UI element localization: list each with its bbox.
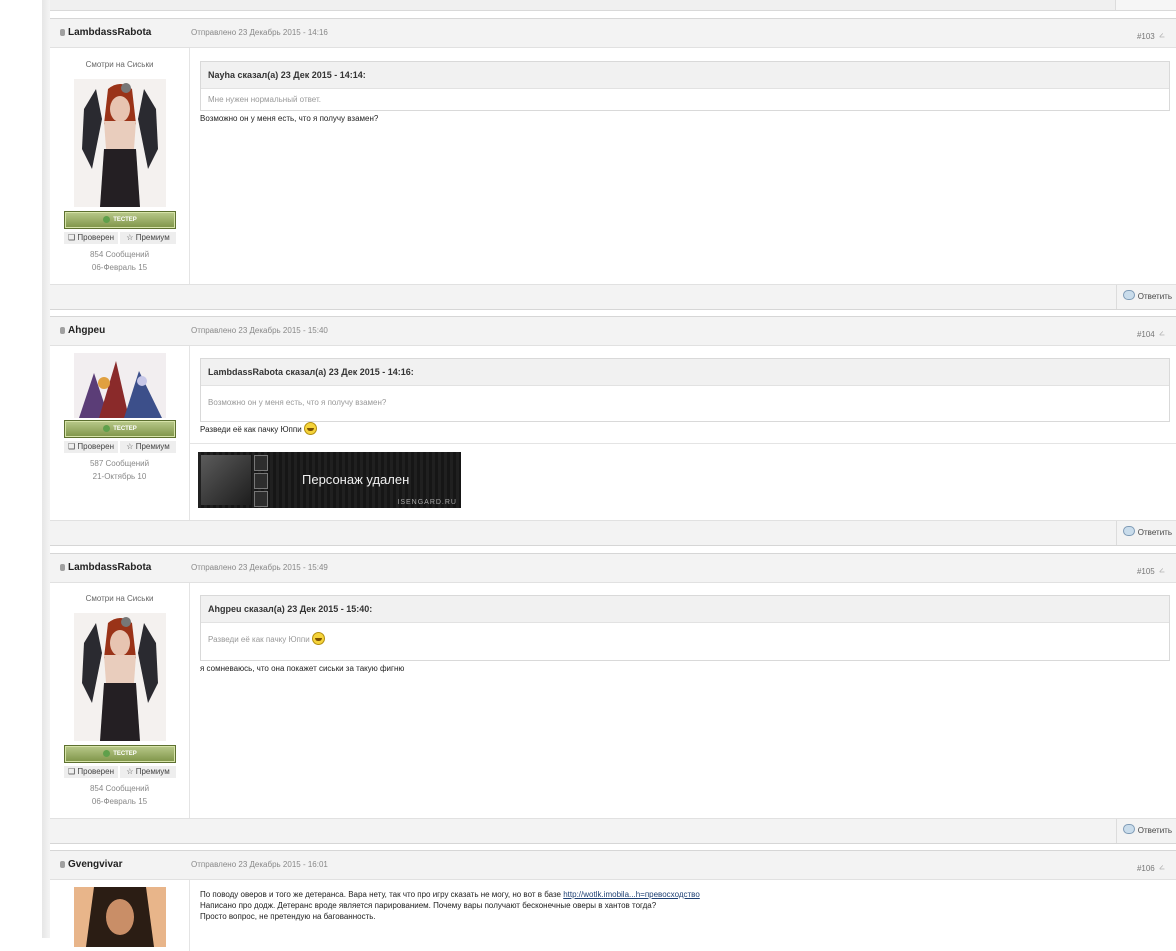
post-number[interactable]: #106 < bbox=[1137, 862, 1166, 873]
author-name[interactable]: LambdassRabota bbox=[60, 27, 151, 38]
quote-header: Nayha сказал(а) 23 Дек 2015 - 14:14: bbox=[201, 62, 1169, 89]
author-info: Смотри на Сиськи ТЕСТЕР ❑ Проверен ☆ Пре… bbox=[50, 583, 190, 818]
offline-status-icon bbox=[60, 29, 65, 36]
share-icon[interactable]: < bbox=[1157, 565, 1166, 576]
reply-icon bbox=[1122, 526, 1135, 536]
gem-icon bbox=[103, 215, 111, 223]
post-header: LambdassRabota Отправлено 23 Декабрь 201… bbox=[50, 554, 1176, 583]
reply-button[interactable]: Ответить bbox=[1116, 819, 1176, 843]
reply-icon bbox=[1122, 290, 1135, 300]
share-icon[interactable]: < bbox=[1157, 30, 1166, 41]
reply-button[interactable]: Ответить bbox=[1116, 521, 1176, 545]
avatar[interactable] bbox=[74, 613, 166, 741]
post-footer: Ответить bbox=[50, 818, 1176, 843]
post-number[interactable]: #103 < bbox=[1137, 30, 1166, 41]
post-105: LambdassRabota Отправлено 23 Декабрь 201… bbox=[50, 553, 1176, 844]
quote-header: Ahgpeu сказал(а) 23 Дек 2015 - 15:40: bbox=[201, 596, 1169, 623]
author-name[interactable]: LambdassRabota bbox=[60, 562, 151, 573]
laugh-smiley-icon bbox=[311, 632, 325, 645]
badges: ❑ Проверен ☆ Премиум bbox=[64, 232, 176, 244]
join-date: 06-Февраль 15 bbox=[91, 263, 148, 272]
page-left-strip bbox=[42, 0, 50, 938]
premium-badge: ☆ Премиум bbox=[120, 441, 176, 453]
post-text: По поводу оверов и того же детеранса. Ва… bbox=[200, 890, 700, 921]
author-info: ТЕСТЕР ❑ Проверен ☆ Премиум 587 Сообщени… bbox=[50, 346, 190, 520]
offline-status-icon bbox=[60, 861, 65, 868]
gem-icon bbox=[103, 749, 111, 757]
verified-badge: ❑ Проверен bbox=[64, 766, 118, 778]
group-badge: ТЕСТЕР bbox=[64, 211, 176, 229]
offline-status-icon bbox=[60, 564, 65, 571]
premium-badge: ☆ Премиум bbox=[120, 766, 176, 778]
quote-header: LambdassRabota сказал(а) 23 Дек 2015 - 1… bbox=[201, 359, 1169, 386]
posted-date: Отправлено 23 Декабрь 2015 - 15:49 bbox=[191, 563, 328, 572]
reply-icon bbox=[1122, 824, 1135, 834]
reply-button[interactable]: Ответить bbox=[1116, 285, 1176, 309]
user-title: Смотри на Сиськи bbox=[85, 594, 154, 603]
post-header: Gvengvivar Отправлено 23 Декабрь 2015 - … bbox=[50, 851, 1176, 880]
quote-text: Мне нужен нормальный ответ. bbox=[208, 95, 321, 104]
post-content: Nayha сказал(а) 23 Дек 2015 - 14:14: Мне… bbox=[190, 48, 1176, 284]
share-icon[interactable]: < bbox=[1157, 862, 1166, 873]
offline-status-icon bbox=[60, 327, 65, 334]
avatar[interactable] bbox=[74, 887, 166, 947]
post-footer: Ответить bbox=[50, 284, 1176, 309]
post-content: По поводу оверов и того же детеранса. Ва… bbox=[190, 880, 1176, 951]
post-content: Ahgpeu сказал(а) 23 Дек 2015 - 15:40: Ра… bbox=[190, 583, 1176, 818]
post-count: 854 Сообщений bbox=[89, 784, 150, 793]
verified-badge: ❑ Проверен bbox=[64, 441, 118, 453]
post-count: 587 Сообщений bbox=[89, 459, 150, 468]
post-header: Ahgpeu Отправлено 23 Декабрь 2015 - 15:4… bbox=[50, 317, 1176, 346]
author-info bbox=[50, 880, 190, 951]
join-date: 06-Февраль 15 bbox=[91, 797, 148, 806]
quote-text: Разведи её как пачку Юппи bbox=[201, 623, 1169, 657]
signature-slots bbox=[254, 455, 268, 507]
reply-button-previous[interactable] bbox=[1115, 0, 1176, 10]
author-name[interactable]: Ahgpeu bbox=[60, 325, 105, 336]
user-title: Смотри на Сиськи bbox=[85, 60, 154, 69]
quote-block: LambdassRabota сказал(а) 23 Дек 2015 - 1… bbox=[200, 358, 1170, 422]
signature-banner[interactable]: Персонаж удален ISENGARD.RU bbox=[198, 452, 461, 508]
post-103: LambdassRabota Отправлено 23 Декабрь 201… bbox=[50, 18, 1176, 310]
avatar[interactable] bbox=[74, 353, 166, 418]
badges: ❑ Проверен ☆ Премиум bbox=[64, 441, 176, 453]
laugh-smiley-icon bbox=[303, 422, 317, 435]
author-name[interactable]: Gvengvivar bbox=[60, 859, 122, 870]
post-footer: Ответить bbox=[50, 520, 1176, 545]
posted-date: Отправлено 23 Декабрь 2015 - 15:40 bbox=[191, 326, 328, 335]
previous-post-footer bbox=[50, 0, 1176, 11]
signature-text: Персонаж удален bbox=[302, 472, 410, 487]
premium-badge: ☆ Премиум bbox=[120, 232, 176, 244]
post-number[interactable]: #105 < bbox=[1137, 565, 1166, 576]
post-content: LambdassRabota сказал(а) 23 Дек 2015 - 1… bbox=[190, 346, 1176, 520]
badges: ❑ Проверен ☆ Премиум bbox=[64, 766, 176, 778]
post-text: Возможно он у меня есть, что я получу вз… bbox=[200, 114, 379, 123]
post-104: Ahgpeu Отправлено 23 Декабрь 2015 - 15:4… bbox=[50, 316, 1176, 546]
avatar[interactable] bbox=[74, 79, 166, 207]
signature-portrait bbox=[201, 455, 251, 505]
join-date: 21-Октябрь 10 bbox=[92, 472, 147, 481]
post-link[interactable]: http://wotlk.imobila...h=превосходство bbox=[563, 890, 700, 899]
group-badge: ТЕСТЕР bbox=[64, 420, 176, 438]
signature-separator bbox=[190, 443, 1176, 444]
gem-icon bbox=[103, 424, 111, 432]
quote-block: Nayha сказал(а) 23 Дек 2015 - 14:14: Мне… bbox=[200, 61, 1170, 111]
share-icon[interactable]: < bbox=[1157, 328, 1166, 339]
post-header: LambdassRabota Отправлено 23 Декабрь 201… bbox=[50, 19, 1176, 48]
quote-block: Ahgpeu сказал(а) 23 Дек 2015 - 15:40: Ра… bbox=[200, 595, 1170, 661]
quote-text: Возможно он у меня есть, что я получу вз… bbox=[208, 398, 387, 407]
author-info: Смотри на Сиськи ТЕСТЕР ❑ Проверен ☆ Пре… bbox=[50, 48, 190, 284]
post-count: 854 Сообщений bbox=[89, 250, 150, 259]
group-badge: ТЕСТЕР bbox=[64, 745, 176, 763]
post-text: я сомневаюсь, что она покажет сиськи за … bbox=[200, 664, 405, 673]
post-106: Gvengvivar Отправлено 23 Декабрь 2015 - … bbox=[50, 850, 1176, 951]
post-text: Разведи её как пачку Юппи bbox=[200, 422, 317, 435]
verified-badge: ❑ Проверен bbox=[64, 232, 118, 244]
posted-date: Отправлено 23 Декабрь 2015 - 14:16 bbox=[191, 28, 328, 37]
posted-date: Отправлено 23 Декабрь 2015 - 16:01 bbox=[191, 860, 328, 869]
post-number[interactable]: #104 < bbox=[1137, 328, 1166, 339]
signature-site: ISENGARD.RU bbox=[397, 499, 457, 506]
